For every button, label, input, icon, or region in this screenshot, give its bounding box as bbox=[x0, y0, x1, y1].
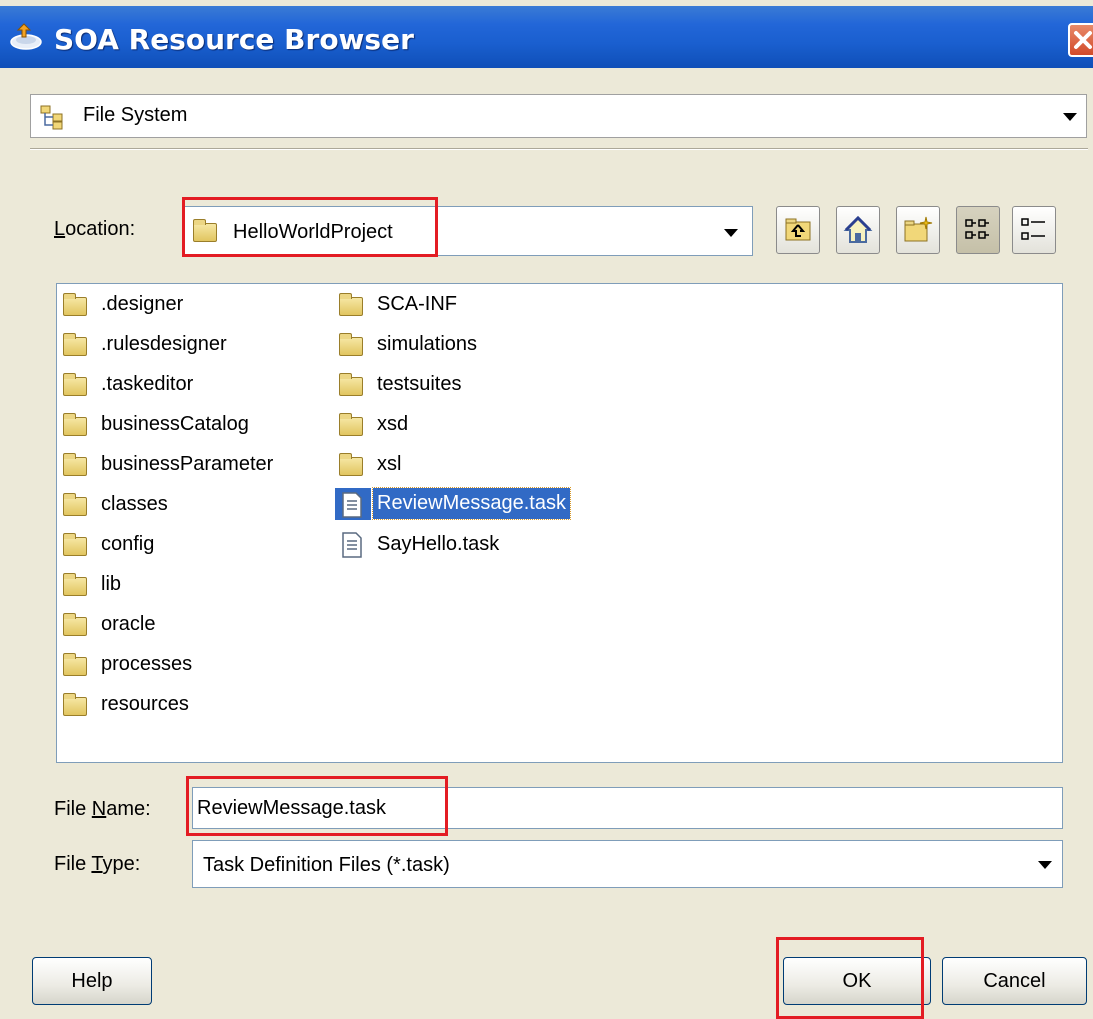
new-folder-icon bbox=[904, 216, 933, 242]
folder-icon bbox=[339, 293, 363, 316]
up-folder-icon bbox=[785, 218, 811, 241]
location-value: HelloWorldProject bbox=[233, 221, 393, 243]
list-item[interactable]: businessParameter bbox=[57, 447, 327, 481]
folder-icon bbox=[339, 333, 363, 356]
file-type-value: Task Definition Files (*.task) bbox=[203, 854, 450, 876]
folder-icon bbox=[63, 573, 87, 596]
file-name-input[interactable]: ReviewMessage.task bbox=[192, 787, 1063, 829]
details-view-button[interactable] bbox=[1012, 206, 1056, 254]
file-system-icon bbox=[40, 105, 63, 130]
location-label: Location: bbox=[54, 218, 136, 240]
list-item[interactable]: businessCatalog bbox=[57, 407, 327, 441]
folder-icon bbox=[63, 613, 87, 636]
list-item[interactable]: SCA-INF bbox=[333, 287, 633, 321]
cancel-button[interactable]: Cancel bbox=[942, 957, 1087, 1005]
new-folder-button[interactable] bbox=[896, 206, 940, 254]
list-item[interactable]: classes bbox=[57, 487, 327, 521]
folder-icon bbox=[339, 453, 363, 476]
up-folder-button[interactable] bbox=[776, 206, 820, 254]
task-file-icon bbox=[342, 532, 362, 558]
chevron-down-icon[interactable] bbox=[1038, 861, 1052, 869]
list-item[interactable]: .designer bbox=[57, 287, 327, 321]
close-icon bbox=[1074, 31, 1092, 49]
file-list[interactable]: .designer .rulesdesigner .taskeditor bus… bbox=[56, 283, 1063, 763]
list-item[interactable]: simulations bbox=[333, 327, 633, 361]
details-view-icon bbox=[1021, 218, 1045, 240]
list-item[interactable]: oracle bbox=[57, 607, 327, 641]
folder-icon bbox=[63, 333, 87, 356]
list-view-icon bbox=[965, 219, 989, 239]
list-item[interactable]: resources bbox=[57, 687, 327, 721]
list-view-button[interactable] bbox=[956, 206, 1000, 254]
task-file-icon bbox=[342, 492, 362, 518]
help-button[interactable]: Help bbox=[32, 957, 152, 1005]
folder-icon bbox=[63, 653, 87, 676]
file-type-label: File Type: bbox=[54, 853, 141, 875]
close-button[interactable] bbox=[1068, 23, 1093, 57]
list-item[interactable]: SayHello.task bbox=[333, 527, 633, 561]
folder-icon bbox=[63, 413, 87, 436]
home-button[interactable] bbox=[836, 206, 880, 254]
list-item-selected[interactable]: ReviewMessage.task bbox=[333, 487, 633, 521]
ok-button[interactable]: OK bbox=[783, 957, 931, 1005]
list-item[interactable]: processes bbox=[57, 647, 327, 681]
file-name-value: ReviewMessage.task bbox=[197, 797, 386, 819]
source-select[interactable]: File System bbox=[30, 94, 1087, 138]
list-item[interactable]: xsd bbox=[333, 407, 633, 441]
list-item[interactable]: .rulesdesigner bbox=[57, 327, 327, 361]
list-item[interactable]: config bbox=[57, 527, 327, 561]
folder-icon bbox=[63, 693, 87, 716]
window-title: SOA Resource Browser bbox=[54, 23, 414, 56]
file-type-select[interactable]: Task Definition Files (*.task) bbox=[192, 840, 1063, 888]
file-name-label: File Name: bbox=[54, 798, 151, 820]
list-item[interactable]: xsl bbox=[333, 447, 633, 481]
list-item[interactable]: testsuites bbox=[333, 367, 633, 401]
folder-icon bbox=[63, 453, 87, 476]
location-select[interactable]: HelloWorldProject bbox=[182, 206, 753, 256]
folder-icon bbox=[339, 413, 363, 436]
chevron-down-icon[interactable] bbox=[724, 229, 738, 237]
soa-app-icon bbox=[10, 23, 42, 50]
folder-icon bbox=[63, 493, 87, 516]
list-item[interactable]: lib bbox=[57, 567, 327, 601]
separator bbox=[30, 148, 1088, 150]
chevron-down-icon[interactable] bbox=[1063, 113, 1077, 121]
folder-icon bbox=[63, 373, 87, 396]
folder-icon bbox=[63, 533, 87, 556]
home-icon bbox=[843, 215, 873, 243]
list-item[interactable]: .taskeditor bbox=[57, 367, 327, 401]
folder-icon bbox=[339, 373, 363, 396]
title-bar[interactable]: SOA Resource Browser bbox=[0, 6, 1093, 68]
soa-resource-browser-dialog: SOA Resource Browser File System Locatio… bbox=[0, 0, 1093, 1019]
source-select-value: File System bbox=[83, 104, 188, 126]
folder-icon bbox=[193, 219, 217, 242]
folder-icon bbox=[63, 293, 87, 316]
